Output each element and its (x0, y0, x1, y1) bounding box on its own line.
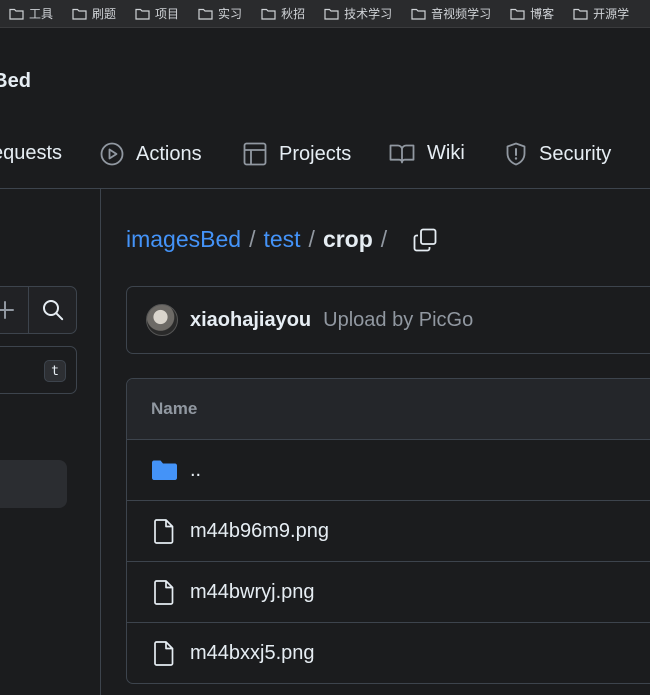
bookmark-folder[interactable]: 刷题 (72, 5, 116, 22)
bookmarks-bar: 工具 刷题 项目 实习 秋招 技术学习 音视频学习 博客 开源学 (0, 0, 650, 28)
breadcrumb-separator: / (308, 226, 315, 252)
bookmark-label: 项目 (155, 7, 180, 21)
file-name-link[interactable]: m44b96m9.png (190, 520, 329, 543)
table-row[interactable]: m44bwryj.png (127, 562, 650, 623)
tab-label: Wiki (427, 142, 465, 164)
parent-directory-link[interactable]: .. (190, 459, 201, 482)
breadcrumb-current: crop (322, 226, 373, 252)
folder-icon (198, 8, 213, 20)
table-header: Name (127, 379, 650, 440)
table-row[interactable]: m44b96m9.png (127, 501, 650, 562)
bookmark-folder[interactable]: 开源学 (573, 5, 629, 22)
sidebar-tree-item-selected[interactable] (0, 460, 67, 508)
bookmark-label: 秋招 (281, 7, 306, 21)
search-icon (42, 300, 63, 321)
copy-path-button[interactable] (413, 228, 437, 252)
breadcrumb-separator: / (380, 226, 388, 252)
avatar[interactable] (146, 304, 178, 336)
folder-icon (151, 460, 177, 480)
repo-name-link[interactable]: sBed (0, 70, 31, 93)
bookmark-folder[interactable]: 技术学习 (324, 5, 392, 22)
file-name-link[interactable]: m44bxxj5.png (190, 642, 315, 665)
breadcrumb-folder-link[interactable]: test (263, 226, 300, 253)
search-files-button[interactable] (29, 287, 76, 333)
bookmark-folder[interactable]: 博客 (510, 5, 554, 22)
breadcrumb-repo-link[interactable]: imagesBed (126, 226, 241, 253)
tab-wiki[interactable]: Wiki (389, 142, 465, 165)
go-to-file-input[interactable]: t (0, 346, 77, 394)
bookmark-folder[interactable]: 项目 (135, 5, 179, 22)
tabs-divider (0, 188, 650, 189)
column-header-name: Name (151, 399, 198, 418)
commit-author[interactable]: xiaohajiayou (190, 309, 311, 332)
commit-message[interactable]: Upload by PicGo (323, 309, 473, 332)
add-file-button[interactable] (0, 287, 28, 333)
tab-pull-requests[interactable]: equests (0, 142, 62, 165)
bookmark-label: 音视频学习 (431, 7, 492, 21)
file-icon (154, 518, 174, 544)
folder-icon (573, 8, 588, 20)
play-icon (100, 142, 124, 166)
folder-icon (411, 8, 426, 20)
breadcrumb: imagesBed / test / crop / (126, 226, 437, 253)
tab-label: Projects (279, 142, 352, 165)
tab-label: Security (539, 142, 612, 165)
bookmark-label: 实习 (218, 7, 243, 21)
bookmark-folder[interactable]: 工具 (9, 5, 53, 22)
bookmark-label: 工具 (29, 7, 54, 21)
bookmark-folder[interactable]: 音视频学习 (411, 5, 491, 22)
book-icon (389, 144, 415, 163)
tab-label: Actions (136, 142, 202, 165)
tab-projects[interactable]: Projects (243, 142, 351, 166)
table-row[interactable]: .. (127, 440, 650, 501)
file-icon (154, 579, 174, 605)
bookmark-label: 开源学 (593, 7, 630, 21)
folder-icon (510, 8, 525, 20)
tab-actions[interactable]: Actions (100, 142, 202, 166)
repo-nav-tabs: equests Actions Projects Wiki Security (0, 128, 650, 184)
tab-label: equests (0, 142, 63, 164)
bookmark-label: 博客 (530, 7, 555, 21)
file-tree-actions (0, 286, 77, 334)
bookmark-folder[interactable]: 秋招 (261, 5, 305, 22)
latest-commit-bar: xiaohajiayou Upload by PicGo (126, 286, 650, 354)
sidebar-divider (100, 189, 101, 695)
table-icon (243, 142, 267, 166)
breadcrumb-separator: / (249, 226, 256, 252)
keyboard-shortcut-hint: t (44, 360, 66, 382)
folder-icon (261, 8, 276, 20)
file-icon (154, 640, 174, 666)
copy-icon (413, 228, 437, 251)
file-name-link[interactable]: m44bwryj.png (190, 581, 315, 604)
bookmark-label: 技术学习 (344, 7, 393, 21)
table-row[interactable]: m44bxxj5.png (127, 623, 650, 683)
plus-icon (0, 301, 14, 319)
shield-icon (506, 142, 526, 166)
bookmark-folder[interactable]: 实习 (198, 5, 242, 22)
folder-icon (135, 8, 150, 20)
folder-icon (9, 8, 24, 20)
folder-icon (324, 8, 339, 20)
folder-icon (72, 8, 87, 20)
bookmark-label: 刷题 (92, 7, 117, 21)
tab-security[interactable]: Security (505, 142, 611, 166)
file-table: Name .. m44b96m9.png m44bwryj.png m44bxx… (126, 378, 650, 684)
